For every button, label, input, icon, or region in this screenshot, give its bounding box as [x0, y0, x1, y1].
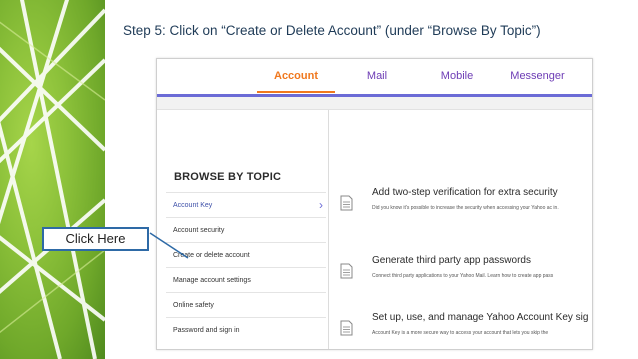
- browse-by-topic-heading: BROWSE BY TOPIC: [174, 171, 282, 183]
- chevron-right-icon: ›: [319, 198, 323, 212]
- click-here-callout: Click Here: [42, 227, 149, 251]
- article-description: Connect third party applications to your…: [372, 273, 554, 279]
- topic-item-label: Create or delete account: [173, 252, 250, 259]
- topic-item-label: Account Key: [173, 202, 213, 209]
- topic-item-label: Online safety: [173, 302, 214, 309]
- decorative-green-panel: [0, 0, 105, 359]
- topic-item-account-security[interactable]: Account security: [166, 217, 326, 242]
- topic-item-password-and-sign-in[interactable]: Password and sign in: [166, 317, 326, 342]
- tab-messenger[interactable]: Messenger: [500, 70, 575, 82]
- column-divider: [328, 110, 329, 349]
- article-title[interactable]: Set up, use, and manage Yahoo Account Ke…: [372, 312, 588, 323]
- document-icon: [340, 263, 353, 279]
- topic-item-online-safety[interactable]: Online safety: [166, 292, 326, 317]
- tab-account[interactable]: Account: [257, 70, 335, 82]
- document-icon: [340, 195, 353, 211]
- article-title[interactable]: Generate third party app passwords: [372, 255, 531, 266]
- tab-mobile[interactable]: Mobile: [427, 70, 487, 82]
- yahoo-help-screenshot: Account Mail Mobile Messenger BROWSE BY …: [156, 58, 593, 350]
- topic-item-label: Account security: [173, 227, 225, 234]
- slide-title: Step 5: Click on “Create or Delete Accou…: [123, 23, 541, 38]
- tab-mail[interactable]: Mail: [347, 70, 407, 82]
- article-description: Account Key is a more secure way to acce…: [372, 330, 549, 336]
- article-item[interactable]: Generate third party app passwords Conne…: [340, 255, 590, 295]
- topic-tabs: Account Mail Mobile Messenger: [157, 59, 592, 94]
- article-title[interactable]: Add two-step verification for extra secu…: [372, 187, 558, 198]
- subheader-bar: [157, 97, 592, 110]
- topic-item-label: Password and sign in: [173, 327, 240, 334]
- topic-item-label: Manage account settings: [173, 277, 251, 284]
- topic-item-manage-account-settings[interactable]: Manage account settings: [166, 267, 326, 292]
- topic-list: Account Key › Account security Create or…: [166, 192, 326, 342]
- article-item[interactable]: Add two-step verification for extra secu…: [340, 187, 590, 227]
- topic-item-account-key[interactable]: Account Key ›: [166, 192, 326, 217]
- document-icon: [340, 320, 353, 336]
- active-tab-underline: [257, 91, 335, 93]
- article-item[interactable]: Set up, use, and manage Yahoo Account Ke…: [340, 312, 590, 349]
- article-description: Did you know it's possible to increase t…: [372, 205, 559, 211]
- topic-item-create-or-delete-account[interactable]: Create or delete account: [166, 242, 326, 267]
- decorative-lines: [0, 0, 105, 359]
